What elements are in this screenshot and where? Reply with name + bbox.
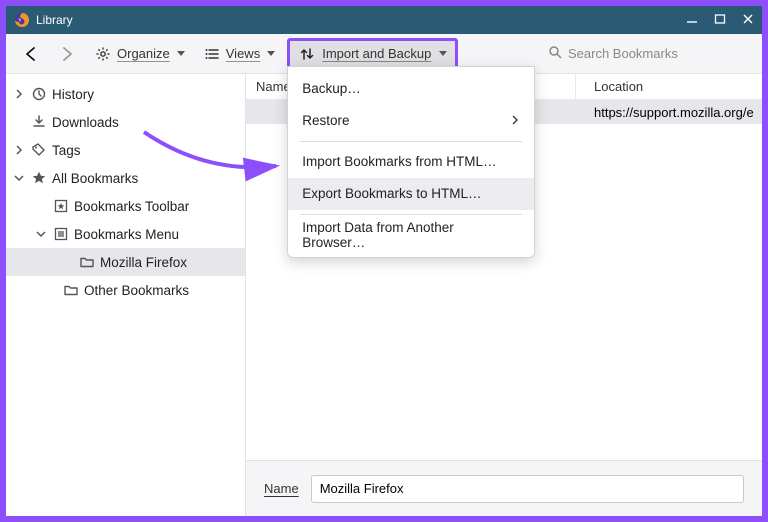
organize-button[interactable]: Organize <box>88 41 191 67</box>
folder-icon <box>78 253 96 271</box>
menu-item-import-browser[interactable]: Import Data from Another Browser… <box>288 219 534 251</box>
menu-item-import-html[interactable]: Import Bookmarks from HTML… <box>288 146 534 178</box>
details-bar: Name <box>246 460 762 516</box>
details-name-label: Name <box>264 481 299 496</box>
details-name-input[interactable] <box>311 475 744 503</box>
import-backup-label: Import and Backup <box>322 46 431 61</box>
star-icon <box>30 169 48 187</box>
organize-label: Organize <box>117 46 170 61</box>
column-location[interactable]: Location <box>576 74 762 99</box>
download-icon <box>30 113 48 131</box>
library-window: Library Organize Views Import a <box>3 3 765 519</box>
sidebar-item-history[interactable]: History <box>6 80 245 108</box>
import-backup-menu: Backup… Restore Import Bookmarks from HT… <box>287 66 535 258</box>
search-placeholder: Search Bookmarks <box>568 46 678 61</box>
sidebar-item-bookmarks-menu[interactable]: Bookmarks Menu <box>6 220 245 248</box>
firefox-icon <box>14 12 30 28</box>
clock-icon <box>30 85 48 103</box>
import-backup-button[interactable]: Import and Backup <box>287 38 458 70</box>
chevron-right-icon <box>510 113 520 128</box>
menu-item-backup[interactable]: Backup… <box>288 73 534 105</box>
list-icon <box>203 45 221 63</box>
chevron-down-icon <box>34 227 48 241</box>
chevron-down-icon <box>177 51 185 56</box>
sidebar-item-downloads[interactable]: Downloads <box>6 108 245 136</box>
minimize-button[interactable] <box>686 13 698 28</box>
bookmark-star-icon <box>52 197 70 215</box>
import-export-icon <box>298 45 316 63</box>
sidebar: History Downloads Tags All Bookmarks Boo <box>6 74 246 516</box>
sidebar-item-bookmarks-toolbar[interactable]: Bookmarks Toolbar <box>6 192 245 220</box>
sidebar-item-tags[interactable]: Tags <box>6 136 245 164</box>
tag-icon <box>30 141 48 159</box>
search-input[interactable]: Search Bookmarks <box>542 41 752 66</box>
forward-button[interactable] <box>52 41 82 67</box>
menu-item-restore[interactable]: Restore <box>288 105 534 137</box>
chevron-down-icon <box>12 171 26 185</box>
back-button[interactable] <box>16 41 46 67</box>
sidebar-item-mozilla-firefox[interactable]: Mozilla Firefox <box>6 248 245 276</box>
views-button[interactable]: Views <box>197 41 281 67</box>
chevron-right-icon <box>12 87 26 101</box>
sidebar-item-other-bookmarks[interactable]: Other Bookmarks <box>6 276 245 304</box>
search-icon <box>548 45 562 62</box>
menu-item-export-html[interactable]: Export Bookmarks to HTML… <box>288 178 534 210</box>
maximize-button[interactable] <box>714 13 726 28</box>
menu-separator <box>300 214 522 215</box>
chevron-down-icon <box>439 51 447 56</box>
toolbar: Organize Views Import and Backup Backup…… <box>6 34 762 74</box>
row-location: https://support.mozilla.org/e <box>576 105 762 120</box>
close-button[interactable] <box>742 13 754 28</box>
views-label: Views <box>226 46 260 61</box>
list-icon <box>52 225 70 243</box>
folder-icon <box>62 281 80 299</box>
titlebar: Library <box>6 6 762 34</box>
sidebar-item-all-bookmarks[interactable]: All Bookmarks <box>6 164 245 192</box>
window-title: Library <box>36 13 73 27</box>
chevron-down-icon <box>267 51 275 56</box>
menu-separator <box>300 141 522 142</box>
chevron-right-icon <box>12 143 26 157</box>
gear-icon <box>94 45 112 63</box>
